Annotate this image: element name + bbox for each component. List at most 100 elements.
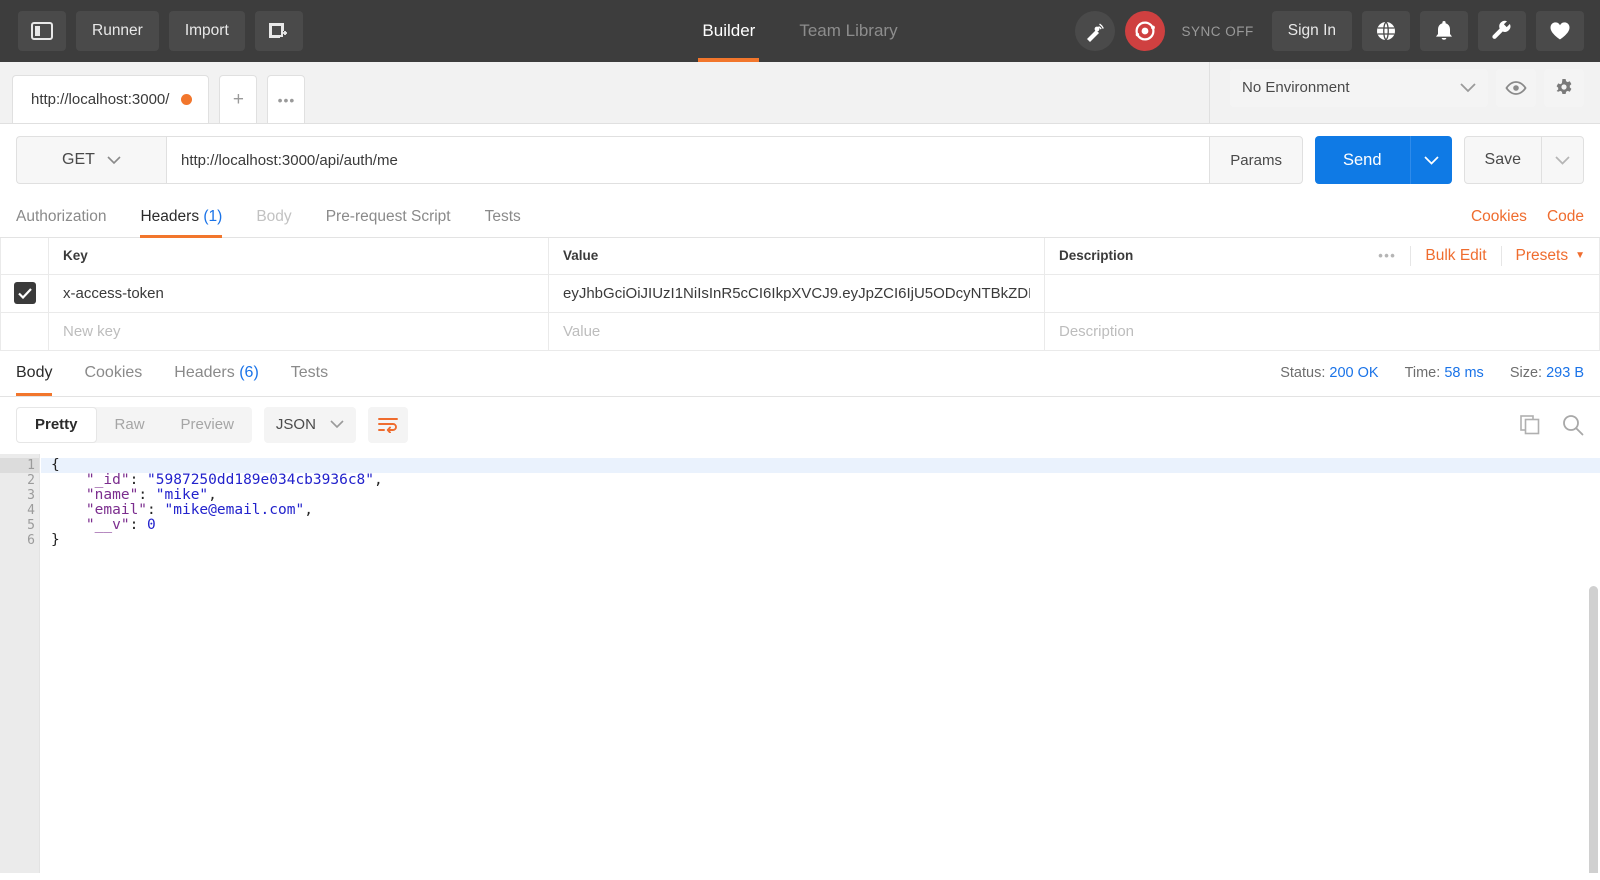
header-description-cell[interactable]	[1044, 274, 1600, 313]
tab-options-button[interactable]: •••	[267, 75, 306, 123]
view-mode-raw[interactable]: Raw	[97, 407, 163, 443]
tab-authorization[interactable]: Authorization	[16, 196, 106, 238]
tab-tests-label: Tests	[484, 207, 521, 225]
notifications-button[interactable]	[1420, 11, 1468, 51]
status-badge: Status: 200 OK	[1280, 365, 1378, 381]
new-header-value-cell[interactable]: Value	[548, 312, 1045, 351]
response-tab-cookies[interactable]: Cookies	[84, 350, 142, 396]
antenna-button[interactable]	[1075, 11, 1116, 51]
save-button[interactable]: Save	[1463, 136, 1542, 184]
params-label: Params	[1230, 151, 1282, 169]
bell-icon	[1434, 20, 1454, 42]
tab-pre-request-script[interactable]: Pre-request Script	[326, 196, 451, 238]
status-label: Status:	[1280, 365, 1326, 381]
code-token: "5987250dd189e034cb3936c8"	[147, 471, 375, 488]
params-button[interactable]: Params	[1209, 136, 1303, 184]
favorites-button[interactable]	[1536, 11, 1584, 51]
caret-down-icon: ▼	[1575, 250, 1585, 262]
header-value-cell[interactable]: eyJhbGciOiJIUzI1NiIsInR5cCI6IkpXVCJ9.eyJ…	[548, 274, 1045, 313]
line-number: 1▼	[0, 457, 49, 473]
presets-button[interactable]: Presets	[1516, 247, 1569, 265]
http-method-label: GET	[62, 151, 95, 168]
settings-wrench-button[interactable]	[1478, 11, 1526, 51]
time-value: 58 ms	[1444, 365, 1484, 381]
send-label: Send	[1342, 150, 1382, 169]
send-options-button[interactable]	[1409, 136, 1452, 184]
new-header-description-cell[interactable]: Description	[1044, 312, 1600, 351]
send-button[interactable]: Send	[1314, 136, 1410, 184]
code-token: "email"	[51, 501, 148, 518]
request-tab-label: http://localhost:3000/	[31, 91, 170, 108]
response-tab-tests[interactable]: Tests	[291, 350, 328, 396]
runner-label: Runner	[92, 22, 143, 39]
headers-table: Key Value Description ••• Bulk Edit Pres…	[0, 238, 1600, 351]
line-number: 3	[27, 487, 35, 503]
response-tab-headers[interactable]: Headers (6)	[174, 350, 259, 396]
table-row-new[interactable]: New key Value Description	[0, 312, 1600, 351]
response-body-editor[interactable]: 1▼23456 { "_id": "5987250dd189e034cb3936…	[0, 452, 1600, 873]
word-wrap-button[interactable]	[367, 406, 408, 443]
environment-settings-button[interactable]	[1544, 68, 1584, 107]
tab-body[interactable]: Body	[256, 196, 291, 238]
url-input[interactable]: http://localhost:3000/api/auth/me	[166, 136, 1210, 184]
table-row[interactable]: x-access-token eyJhbGciOiJIUzI1NiIsInR5c…	[0, 274, 1600, 313]
new-window-icon	[268, 21, 290, 41]
editor-code-area[interactable]: { "_id": "5987250dd189e034cb3936c8", "na…	[40, 453, 1600, 873]
response-section-tabs: Body Cookies Headers (6) Tests Status: 2…	[0, 351, 1600, 397]
save-button-group: Save	[1463, 136, 1584, 184]
new-window-button[interactable]	[254, 11, 303, 51]
save-options-button[interactable]	[1542, 136, 1584, 184]
code-line: "_id": "5987250dd189e034cb3936c8",	[51, 471, 1600, 488]
view-mode-pretty[interactable]: Pretty	[16, 406, 97, 443]
tab-headers[interactable]: Headers (1)	[140, 196, 222, 238]
response-format-select[interactable]: JSON	[263, 406, 356, 443]
header-tab-team-library[interactable]: Team Library	[795, 0, 901, 62]
environment-quick-look-button[interactable]	[1496, 68, 1536, 107]
header-row-checkbox[interactable]	[13, 282, 36, 304]
view-mode-pretty-label: Pretty	[35, 416, 78, 433]
sign-in-button[interactable]: Sign In	[1271, 11, 1352, 51]
search-button[interactable]	[1562, 414, 1584, 436]
editor-scroll-track[interactable]	[1587, 583, 1600, 873]
environment-select[interactable]: No Environment	[1230, 68, 1488, 107]
view-mode-preview-label: Preview	[180, 416, 234, 433]
header-tab-builder[interactable]: Builder	[698, 0, 760, 62]
tab-tests[interactable]: Tests	[485, 196, 521, 238]
new-header-enable-cell	[0, 312, 49, 351]
bulk-edit-button[interactable]: Bulk Edit	[1425, 247, 1486, 265]
status-value: 200 OK	[1329, 365, 1379, 381]
add-request-tab-button[interactable]: +	[219, 75, 258, 123]
http-method-select[interactable]: GET	[16, 136, 166, 184]
sync-status-button[interactable]	[1125, 11, 1166, 51]
cookies-link[interactable]: Cookies	[1471, 208, 1527, 226]
copy-button[interactable]	[1520, 414, 1540, 435]
sidebar-toggle-button[interactable]	[18, 11, 66, 51]
code-line: "email": "mike@email.com",	[51, 501, 1600, 518]
code-line: "name": "mike",	[51, 486, 1600, 503]
header-left-actions: Runner Import	[0, 11, 303, 51]
request-tab[interactable]: http://localhost:3000/	[12, 75, 210, 123]
runner-button[interactable]: Runner	[76, 11, 159, 51]
tab-pre-request-script-label: Pre-request Script	[325, 207, 451, 225]
import-button[interactable]: Import	[168, 11, 245, 51]
headers-col-key: Key	[48, 238, 549, 275]
code-link[interactable]: Code	[1547, 208, 1584, 226]
response-body-toolbar: Pretty Raw Preview JSON	[0, 397, 1600, 453]
response-tab-cookies-label: Cookies	[84, 364, 143, 381]
code-token: }	[51, 531, 60, 548]
response-tab-body[interactable]: Body	[16, 350, 53, 396]
view-mode-preview[interactable]: Preview	[163, 407, 252, 443]
code-token: ,	[208, 486, 217, 503]
line-number: 6	[27, 532, 35, 548]
code-token: "name"	[51, 486, 139, 503]
save-label: Save	[1484, 151, 1521, 168]
response-body-actions	[1520, 414, 1584, 436]
headers-more-button[interactable]: •••	[1378, 248, 1396, 263]
environment-label: No Environment	[1242, 79, 1350, 96]
line-number: 2	[27, 472, 35, 488]
new-header-key-cell[interactable]: New key	[48, 312, 549, 351]
header-key-cell[interactable]: x-access-token	[48, 274, 549, 313]
editor-scrollbar-thumb[interactable]	[1589, 585, 1598, 873]
globe-button[interactable]	[1362, 11, 1410, 51]
response-view-mode-group: Pretty Raw Preview	[16, 406, 252, 443]
